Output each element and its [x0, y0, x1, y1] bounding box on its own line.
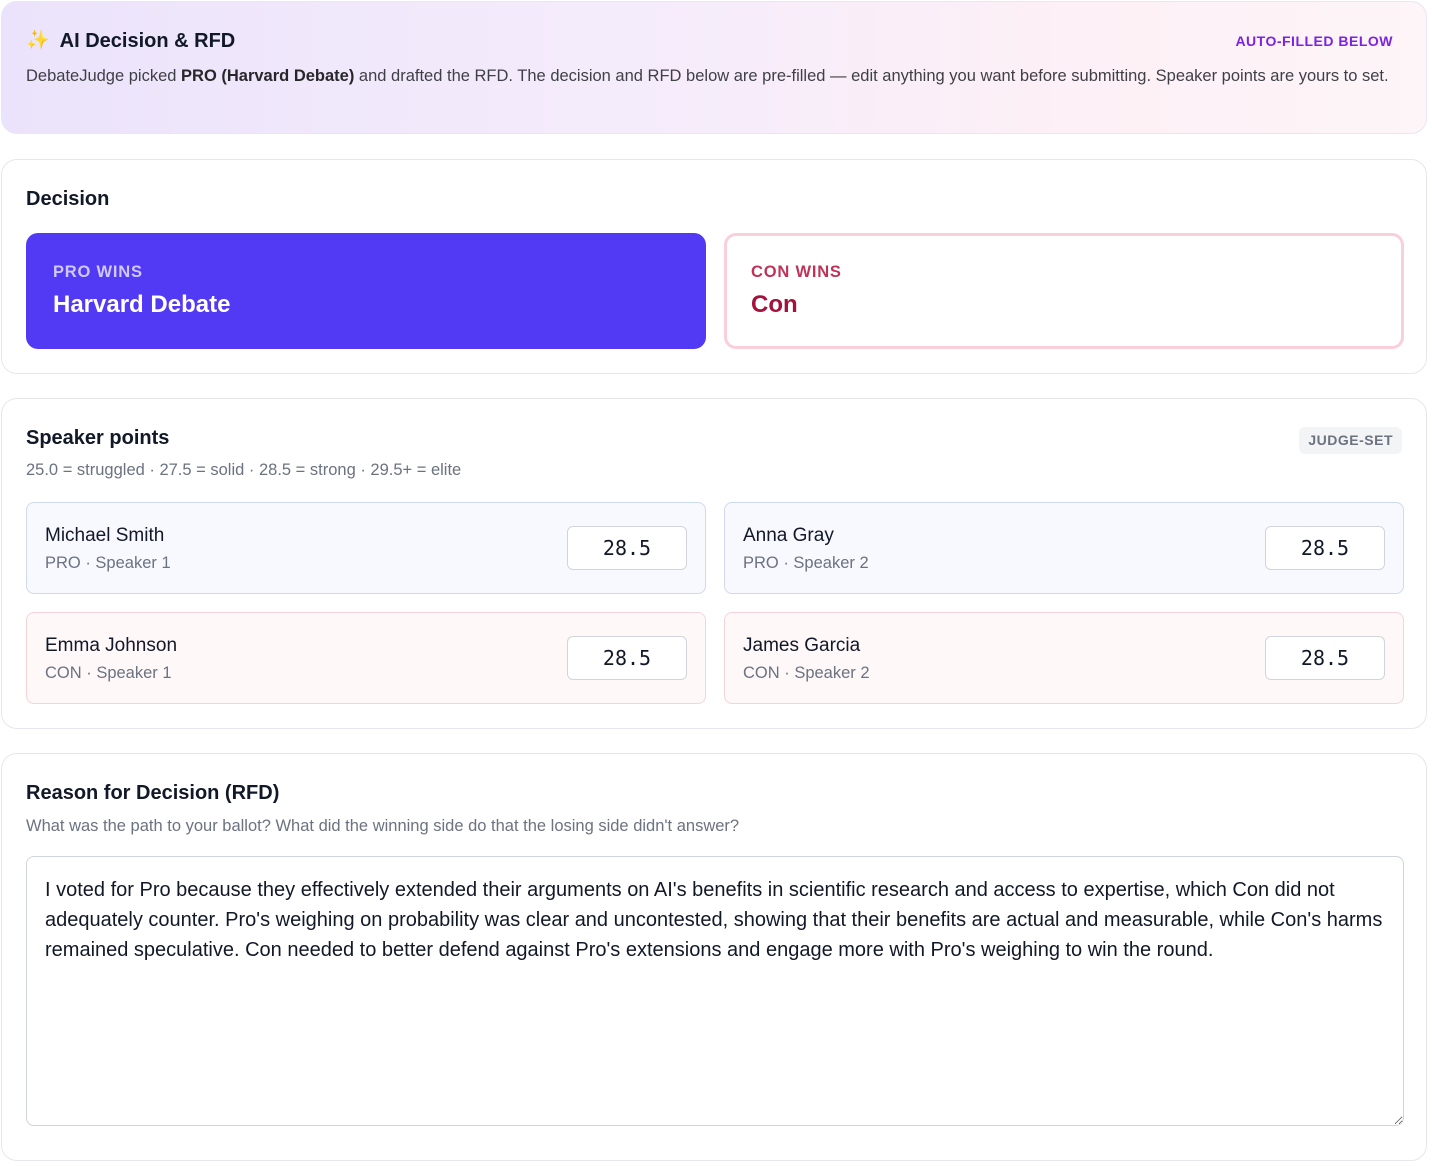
speaker-role: CON · Speaker 1: [45, 664, 172, 682]
speaker-points-section: Speaker points JUDGE-SET 25.0 = struggle…: [1, 398, 1427, 729]
rfd-section: Reason for Decision (RFD) What was the p…: [1, 753, 1427, 1161]
con-team-name: Con: [751, 291, 798, 318]
banner-title-row: ✨ AI Decision & RFD: [26, 30, 235, 52]
pro-team-name: Harvard Debate: [53, 291, 231, 318]
speaker-name: Emma Johnson: [45, 635, 178, 656]
pro-wins-button[interactable]: PRO WINS Harvard Debate: [26, 233, 706, 349]
rfd-textarea[interactable]: I voted for Pro because they effectively…: [26, 856, 1404, 1126]
speaker-role: PRO · Speaker 2: [743, 554, 869, 572]
speaker-points-input[interactable]: [567, 636, 687, 680]
pro-wins-label: PRO WINS: [53, 263, 143, 281]
con-wins-button[interactable]: CON WINS Con: [724, 233, 1404, 349]
speaker-points-input[interactable]: [1265, 526, 1385, 570]
speaker-points-input[interactable]: [1265, 636, 1385, 680]
decision-section: Decision PRO WINS Harvard Debate CON WIN…: [1, 159, 1427, 374]
speaker-role: PRO · Speaker 1: [45, 554, 171, 572]
ai-decision-banner: ✨ AI Decision & RFD AUTO-FILLED BELOW De…: [1, 1, 1427, 134]
banner-description: DebateJudge picked PRO (Harvard Debate) …: [26, 64, 1396, 88]
speaker-points-input[interactable]: [567, 526, 687, 570]
judge-set-badge: JUDGE-SET: [1299, 427, 1402, 454]
points-scale-hint: 25.0 = struggled · 27.5 = solid · 28.5 =…: [26, 461, 462, 479]
speaker-name: Michael Smith: [45, 525, 165, 546]
banner-desc-suffix: and drafted the RFD. The decision and RF…: [354, 67, 1389, 85]
speaker-card: Emma Johnson CON · Speaker 1: [26, 612, 706, 704]
speaker-card: James Garcia CON · Speaker 2: [724, 612, 1404, 704]
rfd-hint: What was the path to your ballot? What d…: [26, 817, 740, 835]
speaker-card: Michael Smith PRO · Speaker 1: [26, 502, 706, 594]
sparkles-icon: ✨: [26, 30, 50, 51]
speaker-card: Anna Gray PRO · Speaker 2: [724, 502, 1404, 594]
banner-title: AI Decision & RFD: [59, 30, 236, 52]
rfd-title: Reason for Decision (RFD): [26, 782, 280, 804]
banner-desc-winner: PRO (Harvard Debate): [181, 67, 355, 85]
con-wins-label: CON WINS: [751, 263, 842, 281]
speaker-name: James Garcia: [743, 635, 861, 656]
decision-title: Decision: [26, 188, 110, 210]
speaker-points-title: Speaker points: [26, 427, 170, 449]
auto-filled-tag: AUTO-FILLED BELOW: [1235, 33, 1393, 49]
speaker-name: Anna Gray: [743, 525, 834, 546]
banner-desc-prefix: DebateJudge picked: [26, 67, 182, 85]
speaker-role: CON · Speaker 2: [743, 664, 870, 682]
